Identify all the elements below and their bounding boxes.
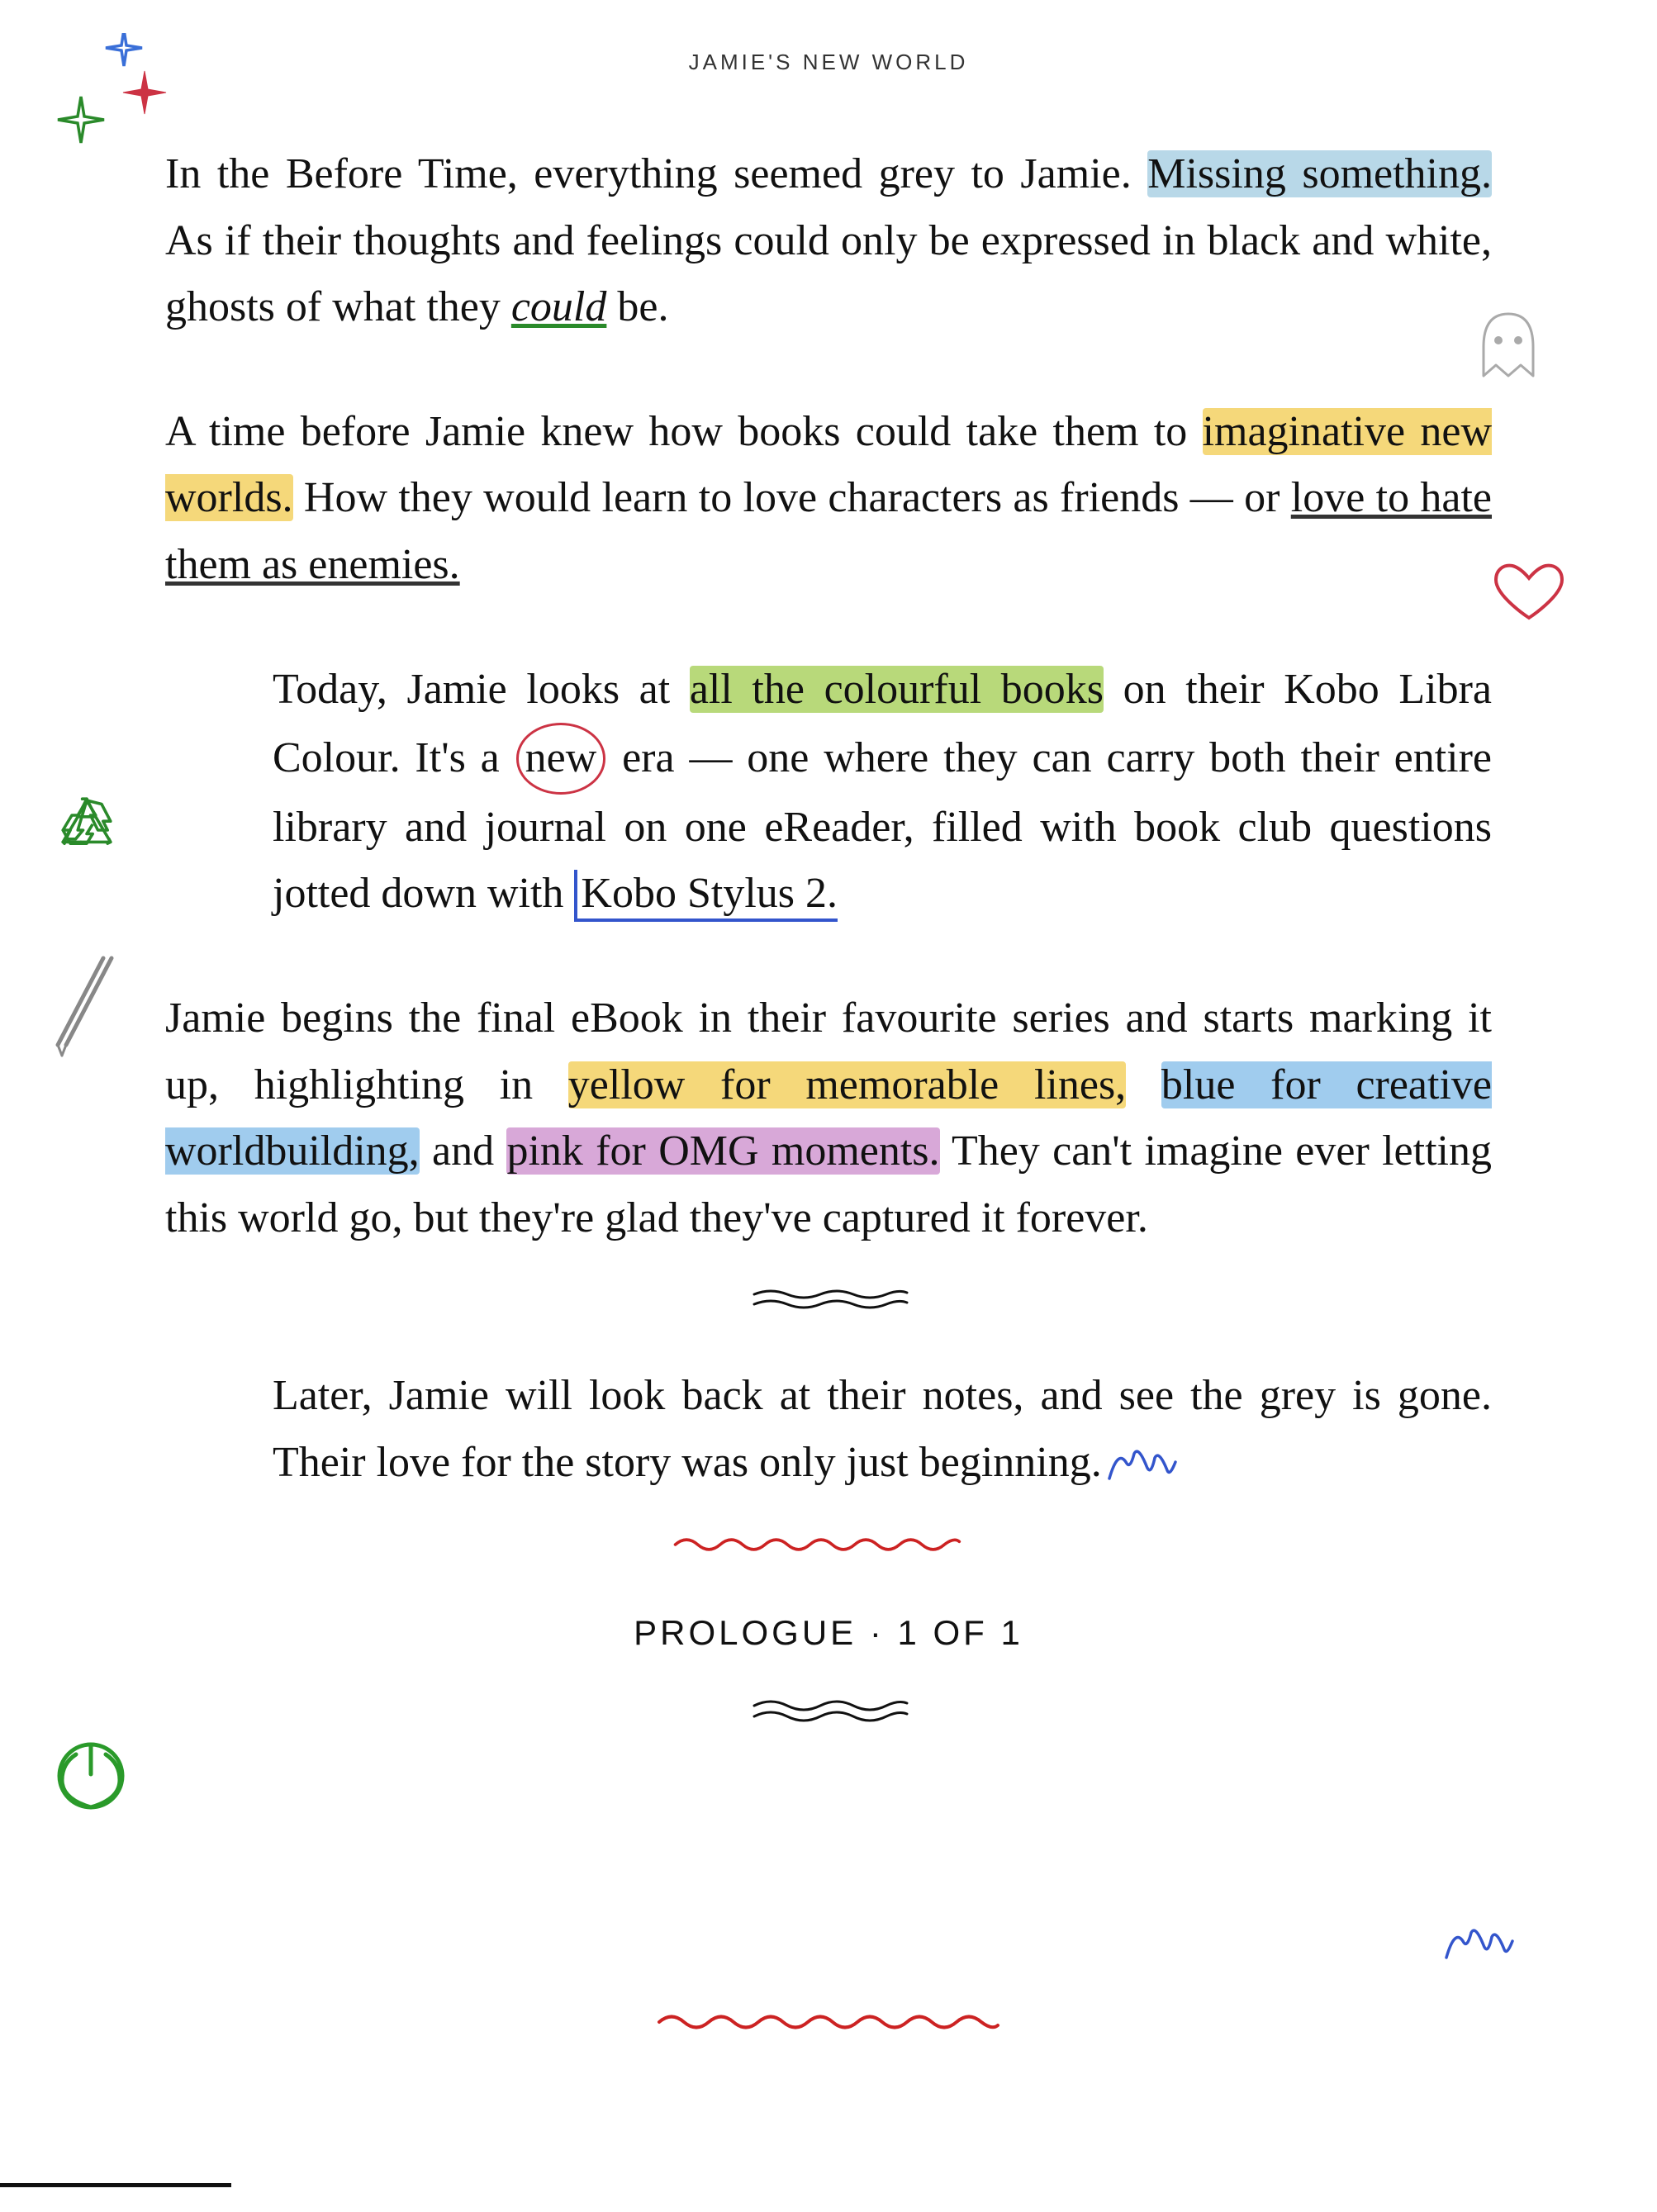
recycle-decoration [50,793,124,884]
paragraph-2: A time before Jamie knew how books could… [165,399,1492,599]
paragraph-1: In the Before Time, everything seemed gr… [165,141,1492,341]
stars-decoration [50,33,182,165]
underline-love-hate: love to hate them as enemies. [165,474,1492,588]
footer-bottom-line [0,2183,231,2187]
ghost-decoration [1467,297,1550,388]
paragraph-3: Today, Jamie looks at all the colourful … [165,657,1492,928]
pencil-decoration [54,950,120,1057]
wavy-red-underline [655,2007,1002,2037]
footer-text: PROLOGUE · 1 OF 1 [634,1613,1023,1652]
signature-decoration [1442,1925,1517,1966]
squiggle-decoration [746,1693,911,1735]
italic-could: could [511,283,607,330]
page-title: JAMIE'S NEW WORLD [0,0,1657,75]
paragraph-5: Later, Jamie will look back at their not… [165,1363,1492,1496]
paragraph-4: Jamie begins the final eBook in their fa… [165,985,1492,1251]
highlight-colourful-books: all the colourful books [690,666,1104,713]
squiggle-lines [165,1284,1492,1322]
highlight-missing-something: Missing something. [1147,150,1492,197]
highlight-pink-moments: pink for OMG moments. [506,1127,939,1175]
header-title-text: JAMIE'S NEW WORLD [689,50,969,74]
heart-decoration [1492,562,1566,639]
page-content: In the Before Time, everything seemed gr… [0,92,1657,1785]
circle-new: new [516,723,606,795]
highlight-yellow-lines: yellow for memorable lines, [568,1061,1126,1108]
wavy-bottom-decoration [165,1530,1492,1564]
kobo-stylus-underline: Kobo Stylus 2. [574,870,838,922]
power-decoration [50,1735,132,1817]
